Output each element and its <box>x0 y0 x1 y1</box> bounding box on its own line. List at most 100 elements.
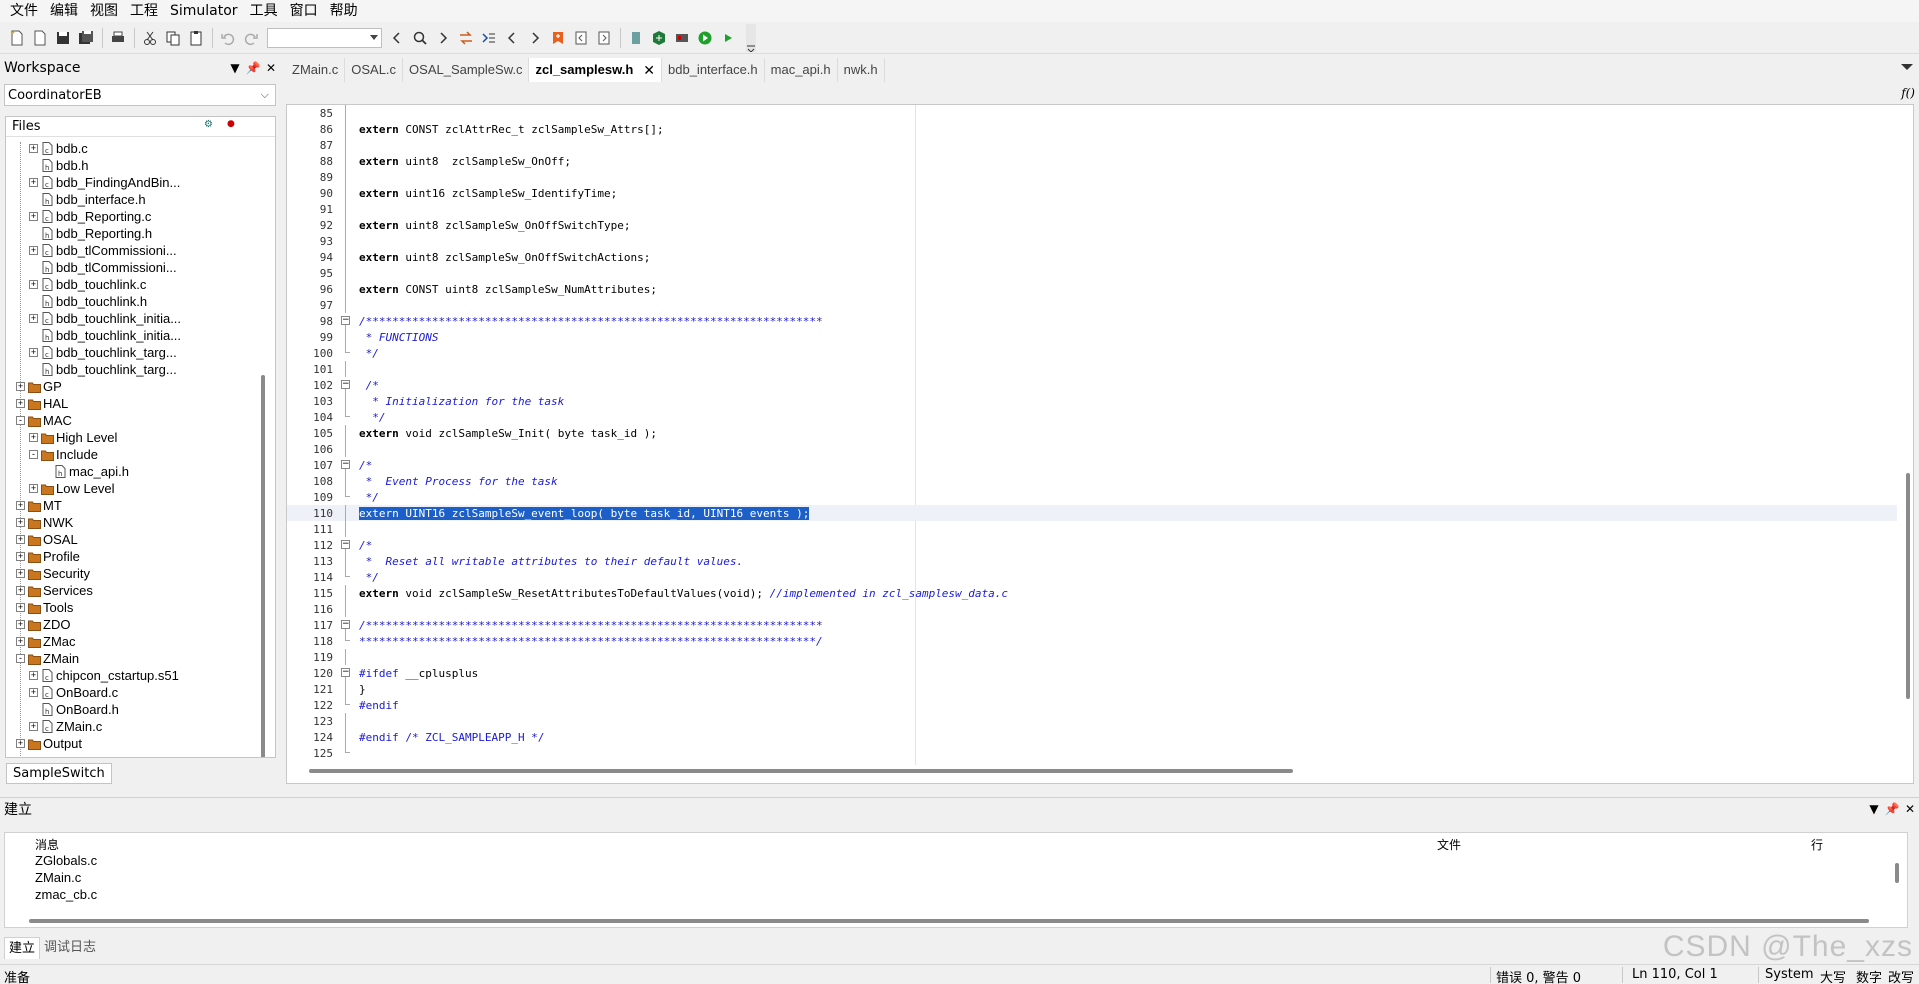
code-line[interactable]: 93 <box>287 233 1897 249</box>
tree-file[interactable]: + c bdb_touchlink_initia... <box>6 310 258 327</box>
chevron-down-icon[interactable] <box>1901 64 1913 70</box>
goto-line-icon[interactable] <box>478 27 500 49</box>
tree-file[interactable]: + c bdb_Reporting.c <box>6 208 258 225</box>
tree-file[interactable]: h mac_api.h <box>6 463 258 480</box>
expand-icon[interactable]: + <box>16 739 25 748</box>
editor-tab[interactable]: mac_api.h <box>765 58 838 82</box>
code-line[interactable]: 124 #endif /* ZCL_SAMPLEAPP_H */ <box>287 729 1897 745</box>
menu-item[interactable]: 视图 <box>84 0 124 22</box>
toolbar-overflow[interactable] <box>746 23 756 52</box>
tree-folder[interactable]: + Profile <box>6 548 258 565</box>
editor-tab[interactable]: nwk.h <box>838 58 885 82</box>
save-all-icon[interactable] <box>75 27 97 49</box>
tree-folder[interactable]: + OSAL <box>6 531 258 548</box>
expand-icon[interactable]: + <box>16 637 25 646</box>
tree-folder[interactable]: - Include <box>6 446 258 463</box>
tree-folder[interactable]: + GP <box>6 378 258 395</box>
editor-horizontal-scrollbar[interactable] <box>309 769 1293 773</box>
chevron-right-icon[interactable] <box>432 27 454 49</box>
expand-icon[interactable]: + <box>29 246 38 255</box>
expand-icon[interactable]: + <box>16 518 25 527</box>
menu-item[interactable]: 帮助 <box>324 0 364 22</box>
code-line[interactable]: 116 <box>287 601 1897 617</box>
paste-icon[interactable] <box>185 27 207 49</box>
chevron-down-icon[interactable]: ▼ <box>226 61 244 75</box>
code-line[interactable]: 109 */ <box>287 489 1897 505</box>
code-line[interactable]: 120− #ifdef __cplusplus <box>287 665 1897 681</box>
tree-folder[interactable]: + NWK <box>6 514 258 531</box>
expand-icon[interactable]: + <box>16 399 25 408</box>
tree-file[interactable]: + c ZMain.c <box>6 718 258 735</box>
code-line[interactable]: 104 */ <box>287 409 1897 425</box>
code-line[interactable]: 101 <box>287 361 1897 377</box>
cut-icon[interactable] <box>139 27 161 49</box>
chevron-down-icon[interactable]: ▼ <box>1865 802 1883 816</box>
menu-item[interactable]: 工程 <box>124 0 164 22</box>
download-debug-icon[interactable] <box>694 27 716 49</box>
fold-collapse-icon[interactable]: − <box>333 377 353 393</box>
collapse-icon[interactable]: - <box>29 450 38 459</box>
build-vertical-scrollbar[interactable] <box>1895 863 1899 883</box>
close-icon[interactable]: ✕ <box>1901 802 1919 816</box>
fold-collapse-icon[interactable]: − <box>333 617 353 633</box>
fold-collapse-icon[interactable]: − <box>333 537 353 553</box>
code-line[interactable]: 117−/***********************************… <box>287 617 1897 633</box>
code-line[interactable]: 92 extern uint8 zclSampleSw_OnOffSwitchTy… <box>287 217 1897 233</box>
code-lines[interactable]: 85 86 extern CONST zclAttrRec_t zclSampleS… <box>287 105 1897 765</box>
editor-vertical-scrollbar[interactable] <box>1906 473 1910 699</box>
tree-folder[interactable]: + Tools <box>6 599 258 616</box>
expand-icon[interactable]: + <box>16 535 25 544</box>
expand-icon[interactable]: + <box>16 586 25 595</box>
expand-icon[interactable]: + <box>29 314 38 323</box>
stop-build-icon[interactable] <box>671 27 693 49</box>
tree-folder[interactable]: + ZDO <box>6 616 258 633</box>
tree-folder[interactable]: - ZMain <box>6 650 258 667</box>
save-icon[interactable] <box>52 27 74 49</box>
tree-folder[interactable]: + Low Level <box>6 480 258 497</box>
configuration-select[interactable]: CoordinatorEB ⌵ <box>4 84 276 106</box>
editor-tab[interactable]: ZMain.c <box>286 58 346 82</box>
code-line[interactable]: 87 <box>287 137 1897 153</box>
pin-icon[interactable]: 📌 <box>244 61 262 75</box>
tree-file[interactable]: + c bdb_tlCommissioni... <box>6 242 258 259</box>
new-file-icon[interactable] <box>6 27 28 49</box>
tree-folder[interactable]: + MT <box>6 497 258 514</box>
menu-item[interactable]: 编辑 <box>44 0 84 22</box>
code-line[interactable]: 110 extern UINT16 zclSampleSw_event_loop(… <box>287 505 1897 521</box>
tree-folder[interactable]: + High Level <box>6 429 258 446</box>
replace-icon[interactable] <box>455 27 477 49</box>
expand-icon[interactable]: + <box>29 433 38 442</box>
build-horizontal-scrollbar[interactable] <box>29 919 1869 923</box>
find-combo[interactable] <box>267 27 382 48</box>
code-line[interactable]: 105 extern void zclSampleSw_Init( byte ta… <box>287 425 1897 441</box>
column-message[interactable]: 消息 <box>35 836 59 853</box>
tree-folder[interactable]: + ZMac <box>6 633 258 650</box>
code-line[interactable]: 88 extern uint8 zclSampleSw_OnOff; <box>287 153 1897 169</box>
menu-item[interactable]: Simulator <box>164 0 244 22</box>
tree-file[interactable]: + c bdb.c <box>6 140 258 157</box>
code-line[interactable]: 95 <box>287 265 1897 281</box>
expand-icon[interactable]: + <box>16 620 25 629</box>
code-line[interactable]: 103 * Initialization for the task <box>287 393 1897 409</box>
tree-file[interactable]: h bdb.h <box>6 157 258 174</box>
code-line[interactable]: 114 */ <box>287 569 1897 585</box>
code-line[interactable]: 86 extern CONST zclAttrRec_t zclSampleSw_… <box>287 121 1897 137</box>
tree-file[interactable]: + c bdb_touchlink.c <box>6 276 258 293</box>
code-line[interactable]: 106 <box>287 441 1897 457</box>
editor-tab[interactable]: zcl_samplesw.h ✕ <box>529 58 663 82</box>
tab-build[interactable]: 建立 <box>4 937 41 959</box>
expand-icon[interactable]: + <box>16 501 25 510</box>
expand-icon[interactable]: + <box>29 348 38 357</box>
tree-file[interactable]: + c bdb_touchlink_targ... <box>6 344 258 361</box>
editor-tab[interactable]: OSAL_SampleSw.c <box>403 58 530 82</box>
pin-icon[interactable]: 📌 <box>1883 802 1901 816</box>
new-document-icon[interactable] <box>29 27 51 49</box>
code-line[interactable]: 118 *************************************… <box>287 633 1897 649</box>
code-line[interactable]: 108 * Event Process for the task <box>287 473 1897 489</box>
tree-file[interactable]: h bdb_touchlink.h <box>6 293 258 310</box>
tree-folder[interactable]: + Security <box>6 565 258 582</box>
expand-icon[interactable]: + <box>16 382 25 391</box>
tree-folder[interactable]: - MAC <box>6 412 258 429</box>
chevron-down-icon[interactable]: ⌵ <box>261 88 269 102</box>
code-line[interactable]: 115 extern void zclSampleSw_ResetAttribut… <box>287 585 1897 601</box>
